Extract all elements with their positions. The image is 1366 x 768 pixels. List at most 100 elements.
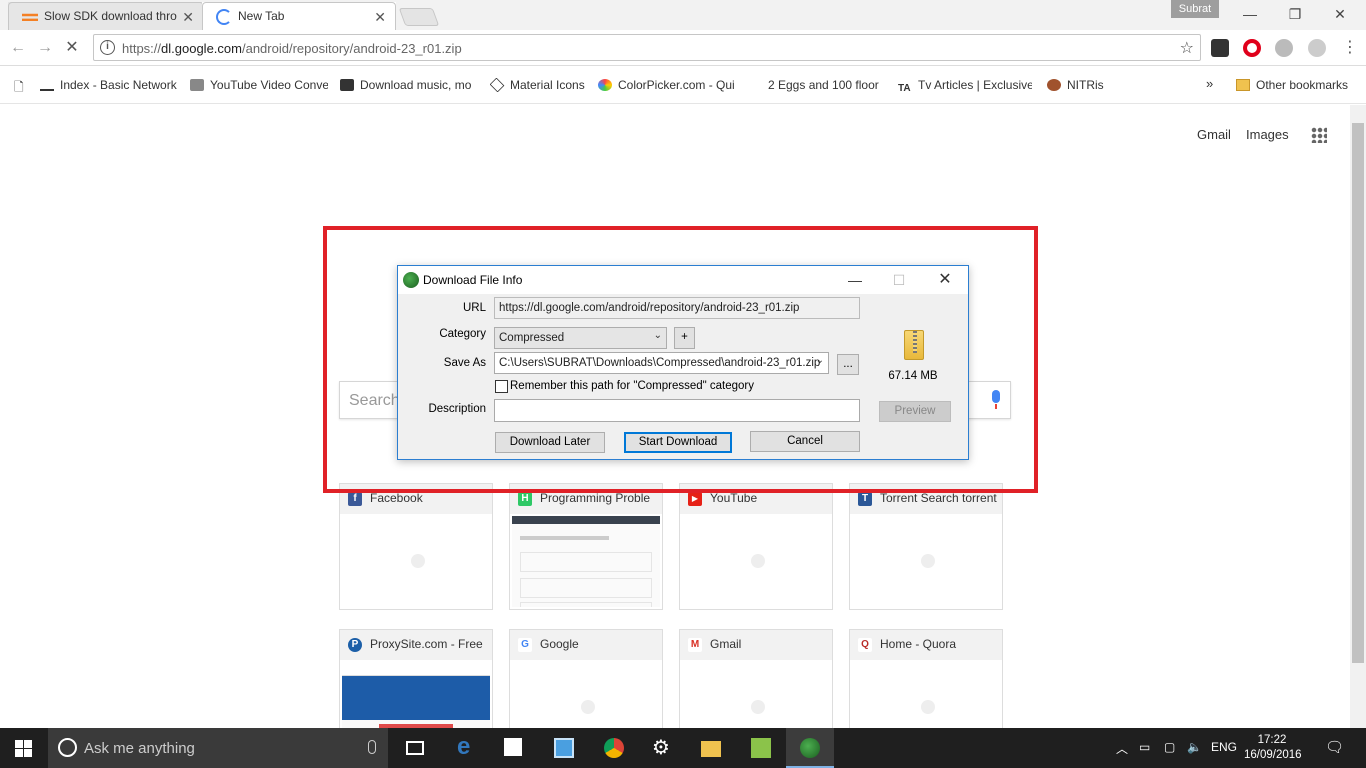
bookmark-item[interactable]: NITRis xyxy=(1047,78,1109,92)
download-later-button[interactable]: Download Later xyxy=(495,432,605,453)
tile-title: ProxySite.com - Free xyxy=(370,637,483,651)
close-window-icon[interactable]: ✕ xyxy=(1326,4,1354,24)
maximize-icon: ☐ xyxy=(892,272,906,288)
google-icon: G xyxy=(518,638,532,652)
idm-taskbar-icon[interactable] xyxy=(786,728,834,768)
description-field[interactable] xyxy=(494,399,860,422)
opera-icon[interactable] xyxy=(1243,39,1261,57)
most-visited-tile[interactable]: T Torrent Search torrent xyxy=(849,483,1003,610)
preview-button: Preview xyxy=(879,401,951,422)
new-tab-button[interactable] xyxy=(398,8,440,26)
zip-file-icon xyxy=(904,330,924,360)
url-label: URL xyxy=(462,302,486,314)
downloads-icon[interactable] xyxy=(737,728,785,768)
bookmark-item[interactable]: Material Icons xyxy=(490,78,590,92)
address-bar[interactable]: i https://dl.google.com/android/reposito… xyxy=(93,34,1201,61)
gmail-icon: M xyxy=(688,638,702,652)
category-select[interactable]: Compressed ⌄ xyxy=(494,327,667,349)
bookmark-item[interactable]: ColorPicker.com - Qui xyxy=(598,78,738,92)
microphone-icon[interactable] xyxy=(368,740,376,754)
scrollbar-thumb[interactable] xyxy=(1352,123,1364,663)
system-clock[interactable]: 17:22 16/09/2016 xyxy=(1244,733,1302,763)
bookmark-star-icon[interactable]: ☆ xyxy=(1180,38,1194,58)
forward-icon[interactable]: → xyxy=(35,38,55,58)
add-category-button[interactable]: + xyxy=(674,327,695,349)
most-visited-tile[interactable]: H Programming Proble xyxy=(509,483,663,610)
windows-taskbar: Ask me anything e ⚙ ︿ ▭ ▢ 🔈 ENG 17:22 16… xyxy=(0,728,1366,768)
volume-icon[interactable]: 🔈 xyxy=(1187,740,1202,754)
battery-icon[interactable]: ▭ xyxy=(1139,740,1150,754)
url-field[interactable]: https://dl.google.com/android/repository… xyxy=(494,297,860,319)
show-hidden-icons[interactable]: ︿ xyxy=(1116,740,1128,757)
browser-titlebar: Slow SDK download thro ✕ New Tab ✕ Subra… xyxy=(0,0,1366,30)
action-center-icon[interactable]: 🗨 xyxy=(1325,738,1344,756)
folder-icon xyxy=(1236,79,1250,91)
page-info-icon[interactable]: i xyxy=(100,40,115,55)
language-indicator[interactable]: ENG xyxy=(1211,740,1237,754)
apps-grid-icon[interactable] xyxy=(1311,127,1327,143)
youtube-icon: ▶ xyxy=(688,492,702,506)
close-tab-icon[interactable]: ✕ xyxy=(374,9,386,26)
remember-path-checkbox[interactable] xyxy=(495,380,508,393)
tile-title: Google xyxy=(540,637,579,651)
dialog-title: Download File Info xyxy=(423,273,523,287)
gmail-link[interactable]: Gmail xyxy=(1197,127,1231,142)
tile-thumbnail xyxy=(512,516,660,607)
tile-title: Torrent Search torrent xyxy=(880,491,997,505)
task-view-icon[interactable] xyxy=(392,728,440,768)
dialog-titlebar[interactable]: Download File Info — ☐ ✕ xyxy=(398,266,968,294)
tab-title: New Tab xyxy=(238,9,285,23)
most-visited-tile[interactable]: f Facebook xyxy=(339,483,493,610)
extension-icon[interactable] xyxy=(1275,39,1293,57)
bookmark-item[interactable]: Index - Basic Network xyxy=(40,78,178,92)
loading-spinner-icon xyxy=(216,9,232,25)
extension-icon[interactable] xyxy=(1211,39,1229,57)
save-as-label: Save As xyxy=(443,357,486,369)
network-icon[interactable]: ▢ xyxy=(1164,740,1175,754)
page-icon: 🗋 xyxy=(14,80,24,94)
browser-toolbar: ← → ✕ i https://dl.google.com/android/re… xyxy=(0,30,1366,66)
edge-icon[interactable]: e xyxy=(443,728,491,768)
settings-icon[interactable]: ⚙ xyxy=(638,728,686,768)
bookmark-item[interactable]: Download music, mo xyxy=(340,78,478,92)
store-icon[interactable] xyxy=(490,728,538,768)
minimize-icon[interactable]: — xyxy=(840,270,870,290)
extension-icon[interactable] xyxy=(1308,39,1326,57)
close-icon[interactable]: ✕ xyxy=(930,270,960,290)
bookmark-item[interactable]: TA Tv Articles | Exclusive xyxy=(898,78,1032,95)
restore-icon[interactable]: ❐ xyxy=(1281,4,1309,24)
profile-button[interactable]: Subrat xyxy=(1171,0,1219,18)
bookmark-item[interactable]: YouTube Video Conve xyxy=(190,78,328,92)
images-link[interactable]: Images xyxy=(1246,127,1289,142)
download-file-info-dialog: Download File Info — ☐ ✕ URL https://dl.… xyxy=(397,265,969,460)
save-as-field[interactable]: C:\Users\SUBRAT\Downloads\Compressed\and… xyxy=(494,352,829,374)
file-explorer-icon[interactable] xyxy=(687,728,735,768)
facebook-icon: f xyxy=(348,492,362,506)
page-scrollbar[interactable] xyxy=(1350,105,1366,728)
monitor-app-icon[interactable] xyxy=(540,728,588,768)
other-bookmarks[interactable]: Other bookmarks xyxy=(1236,78,1348,92)
remember-path-label: Remember this path for "Compressed" cate… xyxy=(510,380,755,392)
bookmarks-overflow[interactable]: » xyxy=(1206,76,1213,91)
windows-start-icon[interactable] xyxy=(15,740,32,757)
minimize-icon[interactable]: — xyxy=(1236,4,1264,24)
music-icon xyxy=(340,79,354,91)
bookmark-item[interactable]: 2 Eggs and 100 floor xyxy=(748,78,884,92)
browse-button[interactable]: ... xyxy=(837,354,859,375)
cortana-search[interactable]: Ask me anything xyxy=(48,728,388,768)
category-label: Category xyxy=(439,328,486,340)
stop-icon[interactable]: ✕ xyxy=(62,38,82,58)
back-icon[interactable]: ← xyxy=(8,38,28,58)
close-tab-icon[interactable]: ✕ xyxy=(182,9,194,26)
tab-stackoverflow[interactable]: Slow SDK download thro ✕ xyxy=(8,2,204,30)
hackerrank-icon: H xyxy=(518,492,532,506)
start-download-button[interactable]: Start Download xyxy=(624,432,732,453)
chevron-down-icon: ⌄ xyxy=(815,355,824,366)
tab-new-tab[interactable]: New Tab ✕ xyxy=(202,2,396,30)
tile-title: Facebook xyxy=(370,491,423,505)
most-visited-tile[interactable]: ▶ YouTube xyxy=(679,483,833,610)
cancel-button[interactable]: Cancel xyxy=(750,431,860,452)
menu-icon[interactable]: ⋮ xyxy=(1340,38,1360,58)
address-url: https://dl.google.com/android/repository… xyxy=(122,41,462,56)
chrome-icon[interactable] xyxy=(590,728,638,768)
